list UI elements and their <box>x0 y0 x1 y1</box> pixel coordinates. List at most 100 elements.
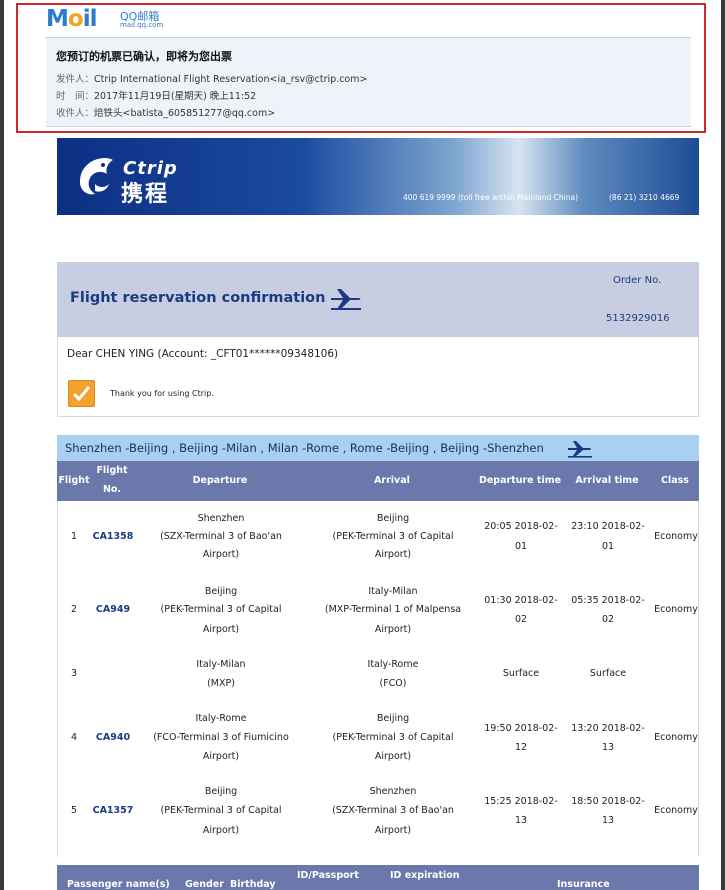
mail-from: 发件人：Ctrip International Flight Reservati… <box>56 71 367 85</box>
ctrip-dolphin-logo-icon <box>79 158 113 195</box>
row-index: 4 <box>70 732 78 743</box>
ctrip-brand-cn: 携程 <box>121 182 170 207</box>
col-departure: Departure <box>192 475 248 486</box>
arrival-time: 23:10 2018-02- <box>571 521 645 532</box>
checkmark-icon <box>68 380 95 407</box>
logo-letter-m: M <box>46 6 69 32</box>
arrival-city: Shenzhen <box>369 786 417 797</box>
departure-terminal: (SZX-Terminal 3 of Bao'an <box>160 531 282 542</box>
flight-number: CA1358 <box>92 531 134 542</box>
departure-time: 15:25 2018-02- <box>484 796 558 807</box>
row-index: 1 <box>70 531 78 542</box>
thanks-text: Thank you for using Ctrip. <box>110 389 214 398</box>
col-gender: Gender <box>185 879 224 890</box>
travel-class: Economy <box>654 732 698 743</box>
confirmation-header: Flight reservation confirmation Order No… <box>57 262 699 337</box>
flight-number: CA1357 <box>92 805 134 816</box>
travel-class: Economy <box>654 805 698 816</box>
col-insurance: Insurance <box>557 879 610 890</box>
departure-time: 01:30 2018-02- <box>484 595 558 606</box>
departure-terminal: (PEK-Terminal 3 of Capital <box>160 805 282 816</box>
col-class: Class <box>661 475 689 486</box>
to-value[interactable]: 焙铁头<batista_605851277@qq.com> <box>94 108 275 119</box>
arrival-terminal-cont: Airport) <box>374 751 412 762</box>
arrival-terminal: (PEK-Terminal 3 of Capital <box>332 732 454 743</box>
confirmation-title: Flight reservation confirmation <box>70 290 326 306</box>
to-label: 收件人： <box>56 108 95 119</box>
col-id-expiration: ID expiration <box>390 870 460 881</box>
travel-class: Economy <box>654 604 698 615</box>
departure-terminal-cont: Airport) <box>202 624 240 635</box>
departure-terminal: (PEK-Terminal 3 of Capital <box>160 604 282 615</box>
ctrip-phone-alt: (86 21) 3210 4669 <box>609 193 680 202</box>
flight-number: CA940 <box>95 732 131 743</box>
arrival-terminal: (MXP-Terminal 1 of Malpensa <box>324 604 462 615</box>
col-id-passport: ID/Passport <box>297 870 359 881</box>
departure-time: Surface <box>502 668 540 679</box>
logo-letters-il: il <box>82 6 98 32</box>
travel-class: Economy <box>654 531 698 542</box>
arrival-terminal-cont: Airport) <box>374 825 412 836</box>
from-value[interactable]: Ctrip International Flight Reservation<i… <box>94 74 367 85</box>
departure-time-cont: 01 <box>514 541 528 552</box>
left-frame-edge <box>0 0 4 890</box>
arrival-terminal: (PEK-Terminal 3 of Capital <box>332 531 454 542</box>
departure-terminal-cont: Airport) <box>202 825 240 836</box>
arrival-terminal-cont: Airport) <box>374 549 412 560</box>
qq-mail-domain: mail.qq.com <box>120 21 164 29</box>
ctrip-phone-main: 400 619 9999 (toll free within Mainland … <box>403 193 579 202</box>
departure-time: 19:50 2018-02- <box>484 723 558 734</box>
col-flight: Flight <box>58 475 90 486</box>
row-index: 5 <box>70 805 78 816</box>
departure-city: Shenzhen <box>197 513 245 524</box>
col-departure-time: Departure time <box>478 475 562 486</box>
col-birthday: Birthday <box>230 879 276 890</box>
departure-time-cont: 12 <box>514 742 528 753</box>
logo-letter-o: o <box>67 6 84 32</box>
greeting-text: Dear CHEN YING (Account: _CFT01******093… <box>67 348 339 360</box>
arrival-time: 05:35 2018-02- <box>571 595 645 606</box>
arrival-time: Surface <box>589 668 627 679</box>
departure-code: (MXP) <box>207 678 235 689</box>
right-frame-edge <box>721 0 725 890</box>
mail-to: 收件人：焙铁头<batista_605851277@qq.com> <box>56 105 275 119</box>
route-summary-bar: Shenzhen -Beijing , Beijing -Milan , Mil… <box>57 435 699 461</box>
col-arrival-time: Arrival time <box>575 475 639 486</box>
passenger-table-header: Passenger name(s) Gender Birthday ID/Pas… <box>57 865 699 890</box>
departure-time-cont: 02 <box>514 614 528 625</box>
from-label: 发件人： <box>56 74 95 85</box>
arrival-time: 18:50 2018-02- <box>571 796 645 807</box>
departure-terminal-cont: Airport) <box>202 751 240 762</box>
time-value: 2017年11月19日(星期天) 晚上11:52 <box>94 91 257 102</box>
departure-city: Beijing <box>204 786 238 797</box>
departure-city: Italy-Milan <box>196 659 246 670</box>
ctrip-banner: Ctrip 携程 400 619 9999 (toll free within … <box>57 138 699 215</box>
flight-number: CA949 <box>95 604 131 615</box>
confirmation-greeting: Dear CHEN YING (Account: _CFT01******093… <box>57 337 699 417</box>
route-summary: Shenzhen -Beijing , Beijing -Milan , Mil… <box>65 441 544 455</box>
arrival-time-cont: 13 <box>601 815 615 826</box>
arrival-city: Beijing <box>376 713 410 724</box>
mail-time: 时 间：2017年11月19日(星期天) 晚上11:52 <box>56 88 256 102</box>
qq-mail-wordmark: Moil <box>46 6 98 32</box>
mail-subject: 您预订的机票已确认，即将为您出票 <box>56 50 232 63</box>
arrival-time: 13:20 2018-02- <box>571 723 645 734</box>
arrival-terminal-cont: Airport) <box>374 624 412 635</box>
col-flight-no-line2: No. <box>102 484 122 495</box>
arrival-terminal: (SZX-Terminal 3 of Bao'an <box>332 805 454 816</box>
mail-info-panel: 您预订的机票已确认，即将为您出票 发件人：Ctrip International… <box>46 37 691 127</box>
row-index: 3 <box>70 668 78 679</box>
airplane-icon <box>331 289 361 310</box>
arrival-code: (FCO) <box>379 678 407 689</box>
departure-time-cont: 13 <box>514 815 528 826</box>
arrival-time-cont: 13 <box>601 742 615 753</box>
col-arrival: Arrival <box>374 475 410 486</box>
departure-time: 20:05 2018-02- <box>484 521 558 532</box>
col-flight-no-line1: Flight <box>96 465 128 476</box>
flight-table-header: Flight Flight No. Departure Arrival Depa… <box>57 461 699 501</box>
order-number: 5132929016 <box>606 313 670 324</box>
row-index: 2 <box>70 604 78 615</box>
departure-city: Italy-Rome <box>195 713 247 724</box>
departure-terminal: (FCO-Terminal 3 of Fiumicino <box>153 732 289 743</box>
time-label: 时 间： <box>56 91 95 102</box>
